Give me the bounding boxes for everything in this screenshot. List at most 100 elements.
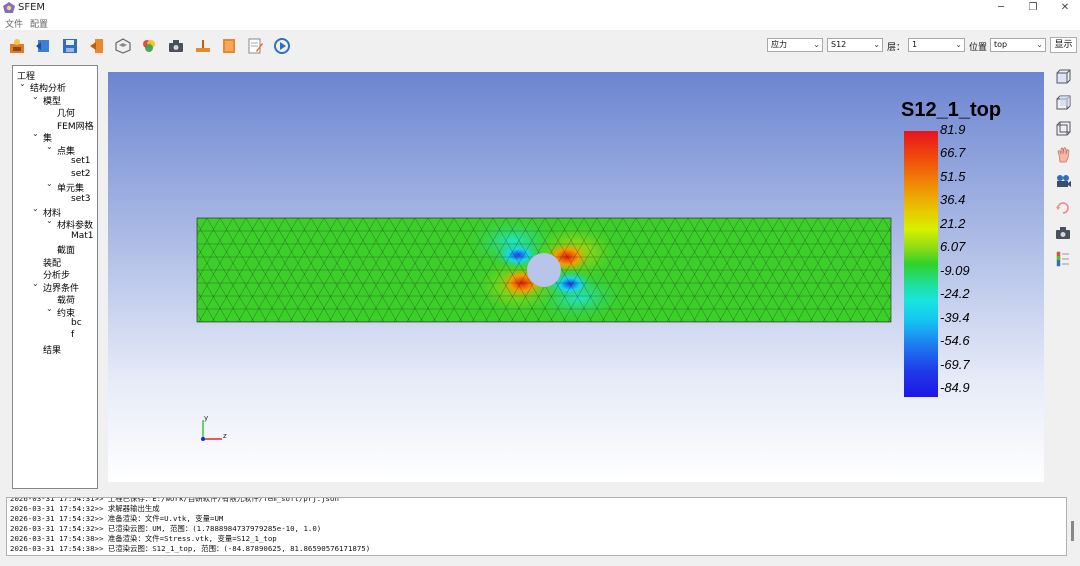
tree-item[interactable]: 约束 <box>57 306 75 319</box>
tree-item[interactable]: 点集 <box>57 144 75 157</box>
app-logo-icon <box>3 2 15 13</box>
window-title: SFEM <box>18 2 46 13</box>
tree-item[interactable]: 模型 <box>43 94 61 107</box>
material-icon[interactable] <box>140 37 158 55</box>
tree-expand-chevron-icon[interactable]: ⌄ <box>32 92 39 101</box>
maximize-button[interactable]: ❐ <box>1025 1 1041 15</box>
component-select[interactable]: S12 ⌄ <box>827 38 883 52</box>
run-icon[interactable] <box>273 37 291 55</box>
layer-select[interactable]: 1 ⌄ <box>908 38 965 52</box>
front-view-icon[interactable] <box>1054 68 1072 86</box>
open-project-icon[interactable] <box>8 37 26 55</box>
tree-item[interactable]: 分析步 <box>43 268 70 281</box>
legend-tick-label: 66.7 <box>940 145 966 161</box>
project-tree: 工程 ⌄ 结构分析 ⌄ 模型 几何 FEM网格 ⌄ 集 ⌄ 点集 set1 set2 ⌄ 单元集 set3 ⌄ 材… <box>12 65 98 489</box>
tree-expand-chevron-icon[interactable]: ⌄ <box>46 142 53 151</box>
close-button[interactable]: ✕ <box>1057 1 1073 15</box>
log-line: 2026-03-31 17:54:38>> 准备渲染：文件=Stress.vtk… <box>10 534 277 543</box>
log-line: 2026-03-31 17:54:32>> 准备渲染：文件=U.vtk, 变量=… <box>10 514 224 523</box>
save-icon[interactable] <box>61 37 79 55</box>
tree-item[interactable]: 截面 <box>57 243 75 256</box>
mesh-icon[interactable] <box>167 37 185 55</box>
pan-hand-icon[interactable] <box>1054 146 1072 164</box>
legend-tick-label: -24.2 <box>940 286 970 302</box>
legend-tick-label: -84.9 <box>940 380 970 395</box>
tree-expand-chevron-icon[interactable]: ⌄ <box>32 204 39 213</box>
log-line: 2026-03-31 17:54:31>> 工程已保存：E:/work/自研软件… <box>10 497 339 503</box>
tree-expand-chevron-icon[interactable]: ⌄ <box>46 216 53 225</box>
tree-item[interactable]: 装配 <box>43 256 61 269</box>
log-console[interactable]: 2026-03-31 17:54:31>> 工程已保存：E:/work/自研软件… <box>6 497 1067 556</box>
legend-tick-label: 6.07 <box>940 239 966 255</box>
tree-item[interactable]: 单元集 <box>57 181 84 194</box>
tree-item[interactable]: FEM网格 <box>57 119 94 132</box>
tree-item[interactable]: set1 <box>71 156 90 166</box>
export-icon[interactable] <box>88 37 106 55</box>
legend-tick-label: -39.4 <box>940 309 970 325</box>
legend-tick-label: -9.09 <box>940 262 970 278</box>
result-type-value: 应力 <box>771 40 787 49</box>
view-toolbar <box>1052 65 1076 275</box>
component-value: S12 <box>831 40 847 49</box>
wireframe-view-icon[interactable] <box>1054 120 1072 138</box>
iso-view-icon[interactable] <box>1054 94 1072 112</box>
solver-icon[interactable] <box>220 37 238 55</box>
tree-item[interactable]: bc <box>71 318 82 328</box>
legend-tick-label: 21.2 <box>940 215 966 231</box>
position-label: 位置 <box>969 43 988 53</box>
legend-tick-label: 36.4 <box>940 192 966 208</box>
color-legend-bar <box>904 131 938 397</box>
menu-file[interactable]: 文件 <box>5 17 23 30</box>
tree-item[interactable]: Mat1 <box>71 231 94 241</box>
log-line: 2026-03-31 17:54:32>> 已渲染云图：UM, 范围：(1.78… <box>10 524 322 533</box>
tree-item[interactable]: f <box>71 330 74 340</box>
rotate-icon[interactable] <box>1054 198 1072 216</box>
log-line: 2026-03-31 17:54:32>> 求解器输出生成 <box>10 504 160 513</box>
geometry-icon[interactable] <box>114 37 132 55</box>
console-scrollbar[interactable] <box>1067 497 1079 556</box>
tree-item[interactable]: 边界条件 <box>43 281 79 294</box>
chevron-down-icon: ⌄ <box>1036 40 1043 49</box>
title-bar: SFEM ─ ❐ ✕ <box>0 0 1080 16</box>
boundary-icon[interactable] <box>194 37 212 55</box>
position-value: top <box>994 40 1008 49</box>
axes-triad: y z <box>201 414 227 441</box>
camera-icon[interactable] <box>1054 172 1072 190</box>
minimize-button[interactable]: ─ <box>993 1 1009 15</box>
tree-item[interactable]: 载荷 <box>57 293 75 306</box>
chevron-down-icon: ⌄ <box>873 40 880 49</box>
tree-item[interactable]: 结果 <box>43 343 61 356</box>
legend-tick-label: -54.6 <box>940 333 970 349</box>
tree-item[interactable]: set2 <box>71 169 90 179</box>
tree-expand-chevron-icon[interactable]: ⌄ <box>32 129 39 138</box>
chevron-down-icon: ⌄ <box>955 40 962 49</box>
menu-bar: 文件 配置 <box>0 16 1080 30</box>
menu-config[interactable]: 配置 <box>30 17 48 30</box>
legend-settings-icon[interactable] <box>1054 250 1072 268</box>
tree-item[interactable]: 材料参数 <box>57 218 93 231</box>
show-button[interactable]: 显示 <box>1050 37 1077 53</box>
tree-expand-chevron-icon[interactable]: ⌄ <box>19 79 26 88</box>
log-line: 2026-03-31 17:54:38>> 已渲染云图：S12_1_top, 范… <box>10 544 371 553</box>
result-type-select[interactable]: 应力 ⌄ <box>767 38 823 52</box>
edit-icon[interactable] <box>246 37 264 55</box>
console-scrollbar-thumb[interactable] <box>1071 521 1074 541</box>
layer-label: 层： <box>887 43 906 53</box>
tree-item[interactable]: set3 <box>71 194 90 204</box>
tree-expand-chevron-icon[interactable]: ⌄ <box>32 279 39 288</box>
tree-expand-chevron-icon[interactable]: ⌄ <box>46 304 53 313</box>
tree-item[interactable]: 几何 <box>57 106 75 119</box>
tree-expand-chevron-icon[interactable]: ⌄ <box>46 179 53 188</box>
screenshot-icon[interactable] <box>1054 224 1072 242</box>
import-icon[interactable] <box>34 37 52 55</box>
layer-value: 1 <box>912 40 918 49</box>
chevron-down-icon: ⌄ <box>813 40 820 49</box>
legend-tick-label: -69.7 <box>940 356 970 372</box>
position-select[interactable]: top ⌄ <box>990 38 1046 52</box>
legend-tick-label: 51.5 <box>940 168 966 184</box>
legend-tick-label: 81.9 <box>940 122 966 137</box>
render-viewport[interactable]: S12_1_top 81.9 66.7 51.5 36.4 21.2 6.07 -9.09 -… <box>108 72 1044 482</box>
axis-z-label: z <box>223 432 227 440</box>
axis-y-label: y <box>204 414 208 422</box>
legend-title: S12_1_top <box>901 99 1002 121</box>
